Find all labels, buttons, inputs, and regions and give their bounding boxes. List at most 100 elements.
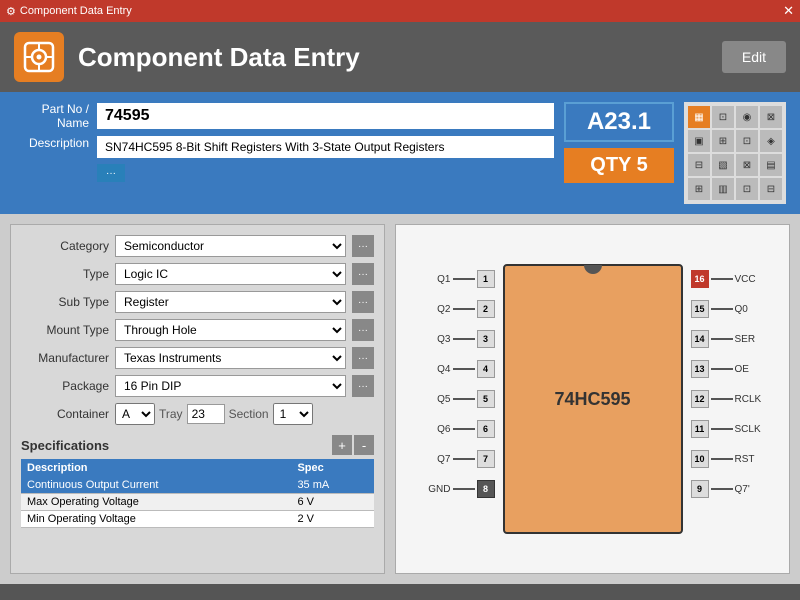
mfr-select[interactable]: Texas Instruments <box>115 347 346 369</box>
close-button[interactable]: ✕ <box>783 3 794 19</box>
pin-num-7: 7 <box>477 450 495 468</box>
type-row: Type Logic IC ··· <box>21 263 374 285</box>
icon-cell-11[interactable]: ▤ <box>760 154 782 176</box>
part-no-label: Part No / Name <box>14 102 89 130</box>
pin-num-2: 2 <box>477 300 495 318</box>
icon-cell-14[interactable]: ⊡ <box>736 178 758 200</box>
spec-row-0[interactable]: Continuous Output Current35 mA <box>21 477 374 494</box>
pin-label-2: Q2 <box>423 304 451 315</box>
type-select[interactable]: Logic IC <box>115 263 346 285</box>
pin-right-14: SER 14 <box>691 324 763 354</box>
category-more-button[interactable]: ··· <box>352 235 374 257</box>
pin-line-1 <box>453 278 475 280</box>
pin-right-15: Q0 15 <box>691 294 763 324</box>
mount-select[interactable]: Through Hole <box>115 319 346 341</box>
pin-num-r-12: 12 <box>691 390 709 408</box>
subtype-more-button[interactable]: ··· <box>352 291 374 313</box>
spec-desc-2: Min Operating Voltage <box>21 511 291 528</box>
package-more-button[interactable]: ··· <box>352 375 374 397</box>
expand-row: ··· <box>14 164 554 182</box>
pin-line-4 <box>453 368 475 370</box>
icon-cell-7[interactable]: ◈ <box>760 130 782 152</box>
pin-left-2: Q2 2 <box>423 294 495 324</box>
icon-cell-2[interactable]: ◉ <box>736 106 758 128</box>
remove-spec-button[interactable]: - <box>354 435 374 455</box>
icon-cell-4[interactable]: ▣ <box>688 130 710 152</box>
icon-cell-13[interactable]: ▥ <box>712 178 734 200</box>
pin-left-7: Q7 7 <box>423 444 495 474</box>
pin-label-7: Q7 <box>423 454 451 465</box>
type-more-button[interactable]: ··· <box>352 263 374 285</box>
pin-line-6 <box>453 428 475 430</box>
expand-button[interactable]: ··· <box>97 164 125 182</box>
icon-cell-3[interactable]: ⊠ <box>760 106 782 128</box>
specs-title: Specifications <box>21 438 109 453</box>
pins-right: VCC 16 Q0 15 SER 14 OE 13 RCLK 12 SCLK 1… <box>691 264 763 504</box>
desc-input[interactable] <box>97 136 554 158</box>
icon-cell-6[interactable]: ⊡ <box>736 130 758 152</box>
title-bar: ⚙ Component Data Entry ✕ <box>0 0 800 22</box>
spec-desc-header: Description <box>21 459 291 477</box>
pin-num-1: 1 <box>477 270 495 288</box>
icon-cell-8[interactable]: ⊟ <box>688 154 710 176</box>
icon-cell-0[interactable]: ▦ <box>688 106 710 128</box>
chip-notch <box>584 265 602 274</box>
icon-cell-9[interactable]: ▧ <box>712 154 734 176</box>
right-panels: A23.1 QTY 5 <box>564 102 674 204</box>
location-box: A23.1 <box>564 102 674 142</box>
pin-left-8: GND 8 <box>423 474 495 504</box>
container-a-select[interactable]: A <box>115 403 155 425</box>
icon-cell-5[interactable]: ⊞ <box>712 130 734 152</box>
section-label: Section <box>229 407 269 421</box>
location-label: A23.1 <box>587 108 651 135</box>
title-bar-text: Component Data Entry <box>20 5 132 17</box>
subtype-select[interactable]: Register <box>115 291 346 313</box>
icon-cell-12[interactable]: ⊞ <box>688 178 710 200</box>
pin-line-r-11 <box>711 428 733 430</box>
pin-label-r-11: SCLK <box>735 424 763 435</box>
pin-label-4: Q4 <box>423 364 451 375</box>
pin-line-2 <box>453 308 475 310</box>
spec-spec-1: 6 V <box>291 494 374 511</box>
chip-name: 74HC595 <box>554 389 630 410</box>
header: Component Data Entry Edit <box>0 22 800 92</box>
package-row: Package 16 Pin DIP ··· <box>21 375 374 397</box>
pin-line-r-9 <box>711 488 733 490</box>
mount-more-button[interactable]: ··· <box>352 319 374 341</box>
specs-table: Description Spec Continuous Output Curre… <box>21 459 374 528</box>
spec-row-2[interactable]: Min Operating Voltage2 V <box>21 511 374 528</box>
app-icon: ⚙ <box>6 5 16 18</box>
section-select[interactable]: 1 <box>273 403 313 425</box>
edit-button[interactable]: Edit <box>722 41 786 73</box>
package-select[interactable]: 16 Pin DIP <box>115 375 346 397</box>
package-label: Package <box>21 379 109 393</box>
pin-right-10: RST 10 <box>691 444 763 474</box>
subtype-label: Sub Type <box>21 295 109 309</box>
icon-cell-15[interactable]: ⊟ <box>760 178 782 200</box>
right-panel: Q1 1 Q2 2 Q3 3 Q4 4 Q5 5 Q6 6 Q7 7 GND 8… <box>395 224 790 574</box>
mfr-more-button[interactable]: ··· <box>352 347 374 369</box>
spec-row-1[interactable]: Max Operating Voltage6 V <box>21 494 374 511</box>
pin-line-r-14 <box>711 338 733 340</box>
icon-cell-1[interactable]: ⊡ <box>712 106 734 128</box>
category-label: Category <box>21 239 109 253</box>
part-no-row: Part No / Name <box>14 102 554 130</box>
pin-label-6: Q6 <box>423 424 451 435</box>
part-no-input[interactable] <box>97 103 554 129</box>
pin-label-8: GND <box>423 484 451 495</box>
tray-label: Tray <box>159 407 183 421</box>
pin-left-4: Q4 4 <box>423 354 495 384</box>
category-select[interactable]: Semiconductor <box>115 235 346 257</box>
pin-label-r-13: OE <box>735 364 763 375</box>
pin-label-r-10: RST <box>735 454 763 465</box>
pin-right-11: SCLK 11 <box>691 414 763 444</box>
page-title: Component Data Entry <box>78 42 708 73</box>
category-row: Category Semiconductor ··· <box>21 235 374 257</box>
tray-input[interactable] <box>187 404 225 424</box>
add-spec-button[interactable]: + <box>332 435 352 455</box>
pin-num-4: 4 <box>477 360 495 378</box>
pin-line-r-13 <box>711 368 733 370</box>
spec-spec-header: Spec <box>291 459 374 477</box>
icon-cell-10[interactable]: ⊠ <box>736 154 758 176</box>
spec-spec-2: 2 V <box>291 511 374 528</box>
